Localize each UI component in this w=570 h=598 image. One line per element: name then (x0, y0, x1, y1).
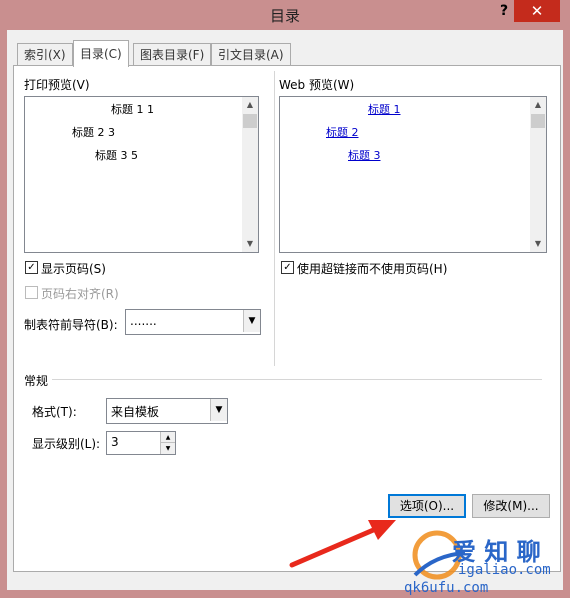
tab-toc[interactable]: 目录(C) (73, 40, 129, 67)
watermark-url: igaliao.com (458, 562, 551, 578)
annotation-arrow-icon (289, 520, 396, 568)
toc-dialog: 目录 ? ✕ 索引(X) 目录(C) 图表目录(F) 引文目录(A) 打印预览(… (0, 0, 570, 598)
watermark-url-secondary: qk6ufu.com (404, 580, 489, 596)
